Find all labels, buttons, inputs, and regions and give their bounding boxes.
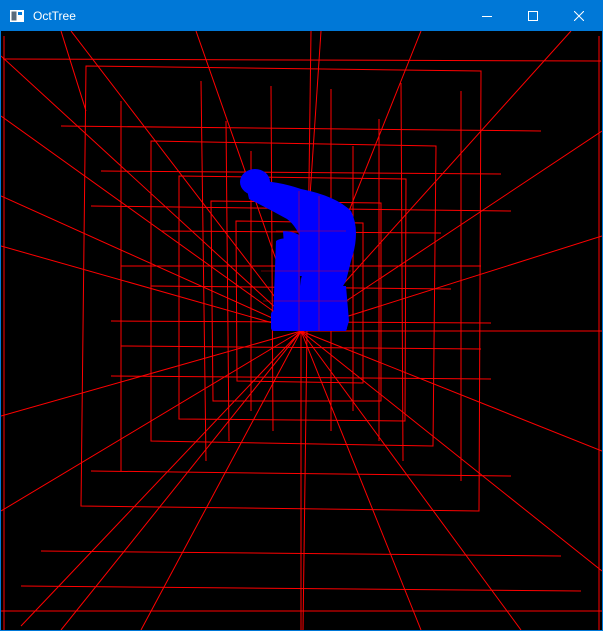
minimize-button[interactable]	[464, 1, 510, 31]
app-window: OctTree	[0, 0, 603, 631]
octree-scene	[1, 31, 602, 630]
render-viewport[interactable]	[1, 31, 602, 630]
app-window-icon[interactable]	[9, 8, 25, 24]
minimize-icon	[482, 16, 492, 17]
close-button[interactable]	[556, 1, 602, 31]
robot-arm-model	[240, 169, 356, 331]
close-icon	[574, 11, 584, 21]
window-title: OctTree	[33, 9, 76, 23]
maximize-icon	[528, 11, 538, 21]
maximize-button[interactable]	[510, 1, 556, 31]
title-bar[interactable]: OctTree	[1, 1, 602, 31]
